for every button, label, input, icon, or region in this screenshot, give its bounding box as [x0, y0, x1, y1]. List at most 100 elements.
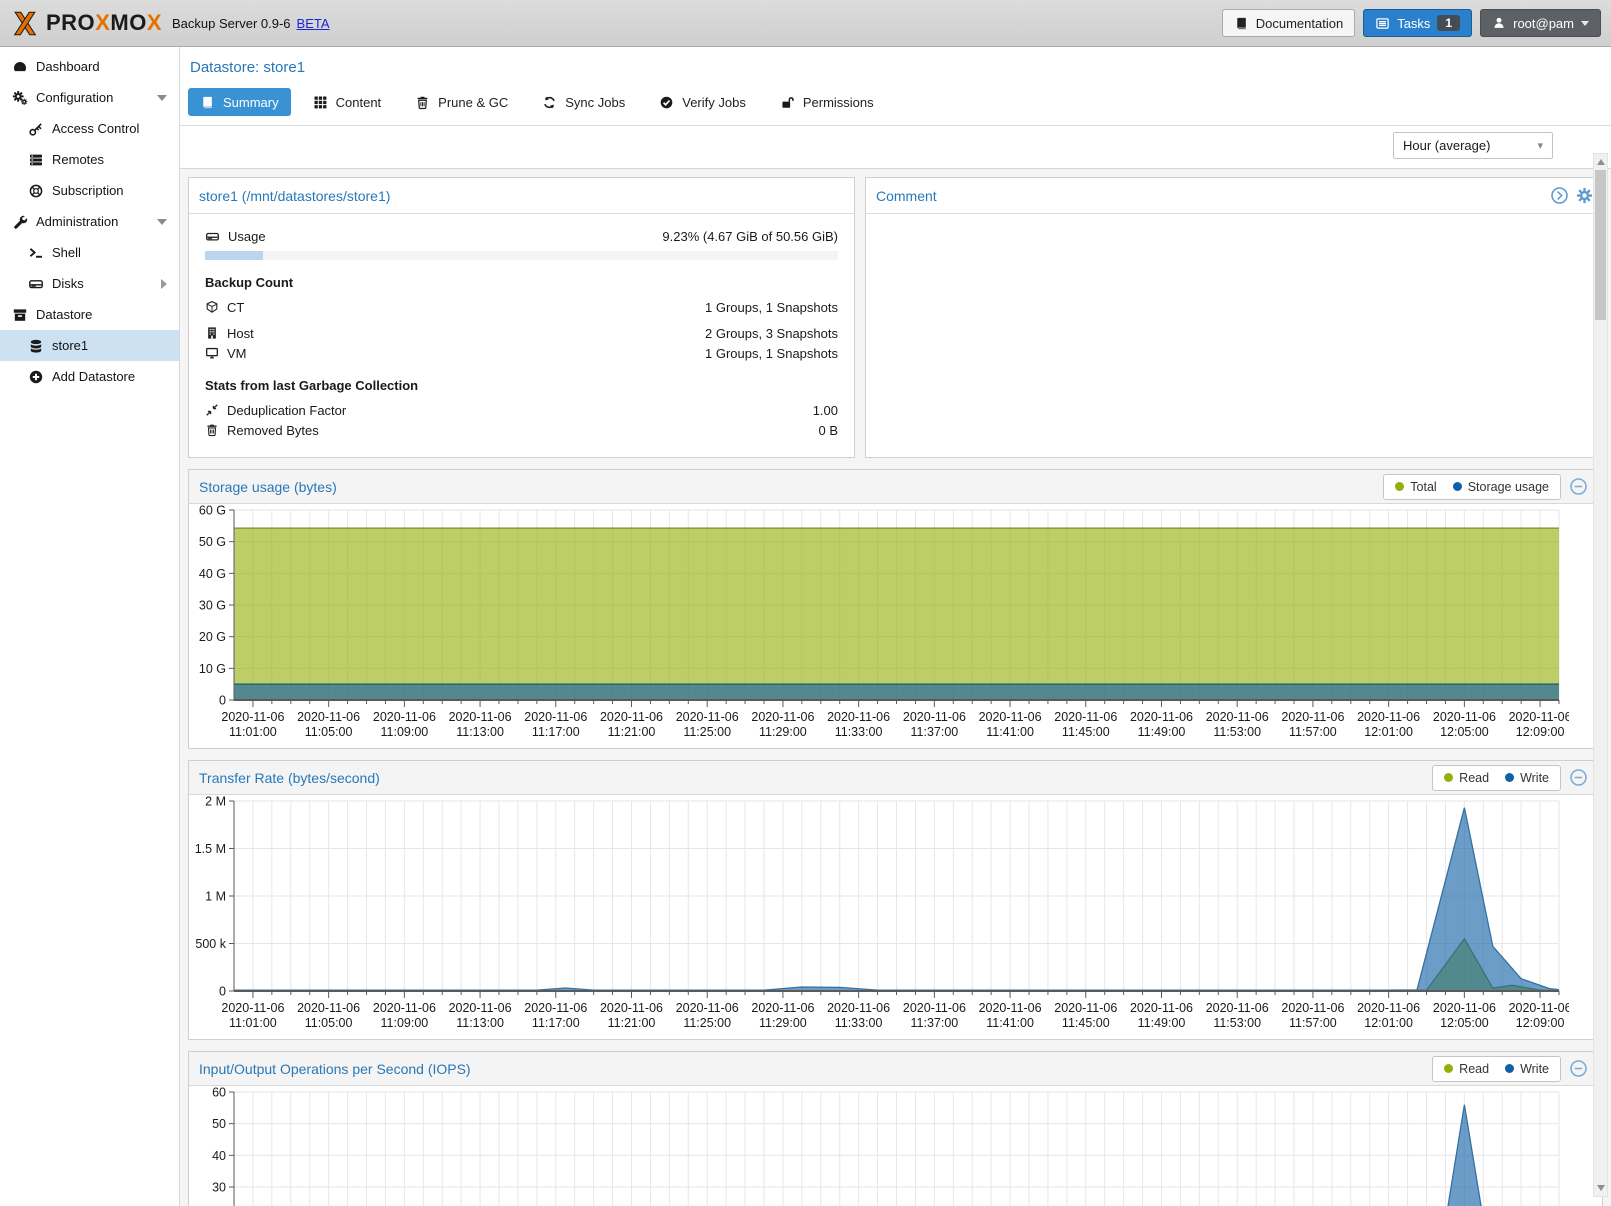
- svg-text:1.5 M: 1.5 M: [195, 842, 226, 856]
- vertical-scrollbar[interactable]: [1593, 153, 1608, 1197]
- tab-sync-jobs[interactable]: Sync Jobs: [530, 88, 637, 116]
- write-dot: [1505, 1064, 1514, 1073]
- collapse-minus-icon[interactable]: [1569, 768, 1588, 787]
- scrollbar-thumb[interactable]: [1595, 170, 1606, 320]
- sidebar-item-label: Disks: [52, 276, 84, 291]
- svg-text:40: 40: [212, 1149, 226, 1163]
- database-icon: [28, 338, 44, 354]
- sidebar-item-datastore[interactable]: Datastore: [0, 299, 179, 330]
- svg-text:2020-11-06: 2020-11-06: [524, 1001, 587, 1015]
- sidebar-item-configuration[interactable]: Configuration: [0, 82, 179, 113]
- sidebar-item-shell[interactable]: Shell: [0, 237, 179, 268]
- svg-text:11:09:00: 11:09:00: [381, 725, 429, 739]
- documentation-button[interactable]: Documentation: [1222, 9, 1355, 37]
- svg-text:2020-11-06: 2020-11-06: [221, 1001, 284, 1015]
- user-menu-button[interactable]: root@pam: [1480, 9, 1601, 37]
- svg-text:2020-11-06: 2020-11-06: [524, 710, 587, 724]
- top-bar: PROXMOX Backup Server 0.9-6 BETA Documen…: [0, 0, 1611, 47]
- svg-text:2020-11-06: 2020-11-06: [1054, 1001, 1117, 1015]
- read-dot: [1444, 1064, 1453, 1073]
- sidebar-item-access-control[interactable]: Access Control: [0, 113, 179, 144]
- collapse-minus-icon[interactable]: [1569, 477, 1588, 496]
- iops-chart: 01020304050602020-11-0611:01:002020-11-0…: [189, 1086, 1602, 1206]
- svg-text:11:21:00: 11:21:00: [608, 1016, 656, 1030]
- content-region: store1 (/mnt/datastores/store1) Usage 9.…: [180, 169, 1611, 1206]
- collapse-arrow-icon[interactable]: [157, 95, 167, 101]
- legend-item-write[interactable]: Write: [1505, 771, 1549, 785]
- legend-item-read[interactable]: Read: [1444, 1062, 1489, 1076]
- user-icon: [1492, 16, 1506, 30]
- host-row: Host 2 Groups, 3 Snapshots: [205, 323, 838, 343]
- sidebar-item-subscription[interactable]: Subscription: [0, 175, 179, 206]
- svg-text:11:29:00: 11:29:00: [759, 725, 807, 739]
- svg-text:11:49:00: 11:49:00: [1138, 1016, 1186, 1030]
- svg-text:2020-11-06: 2020-11-06: [1054, 710, 1117, 724]
- subscription-icon: [28, 183, 44, 199]
- tasks-button[interactable]: Tasks 1: [1363, 9, 1472, 37]
- svg-text:2020-11-06: 2020-11-06: [1433, 710, 1496, 724]
- svg-text:0: 0: [219, 985, 226, 999]
- gear-icon[interactable]: [1575, 186, 1594, 205]
- sidebar-item-label: Access Control: [52, 121, 139, 136]
- svg-text:11:53:00: 11:53:00: [1213, 725, 1261, 739]
- svg-text:10 G: 10 G: [199, 662, 226, 676]
- sidebar-item-label: Shell: [52, 245, 81, 260]
- svg-text:11:45:00: 11:45:00: [1062, 725, 1110, 739]
- desktop-icon: [205, 346, 219, 360]
- svg-text:11:49:00: 11:49:00: [1138, 725, 1186, 739]
- svg-text:2 M: 2 M: [205, 795, 226, 809]
- sidebar-item-dashboard[interactable]: Dashboard: [0, 51, 179, 82]
- sidebar-item-store1[interactable]: store1: [0, 330, 179, 361]
- tab-prune-gc[interactable]: Prune & GC: [403, 88, 520, 116]
- dedup-row: Deduplication Factor 1.00: [205, 400, 838, 420]
- sidebar-item-administration[interactable]: Administration: [0, 206, 179, 237]
- scroll-up-arrow-icon[interactable]: [1597, 159, 1605, 165]
- svg-text:2020-11-06: 2020-11-06: [297, 710, 360, 724]
- collapse-arrow-icon[interactable]: [157, 219, 167, 225]
- svg-text:11:45:00: 11:45:00: [1062, 1016, 1110, 1030]
- removed-bytes-row: Removed Bytes 0 B: [205, 420, 838, 440]
- total-dot: [1395, 482, 1404, 491]
- hdd-icon: [205, 229, 220, 244]
- legend-item-total[interactable]: Total: [1395, 480, 1436, 494]
- proxmox-logo: PROXMOX: [10, 10, 162, 37]
- beta-link[interactable]: BETA: [297, 16, 330, 31]
- svg-text:0: 0: [219, 694, 226, 708]
- svg-text:2020-11-06: 2020-11-06: [751, 1001, 814, 1015]
- sidebar-item-remotes[interactable]: Remotes: [0, 144, 179, 175]
- tab-permissions[interactable]: Permissions: [768, 88, 886, 116]
- svg-text:2020-11-06: 2020-11-06: [979, 1001, 1042, 1015]
- sidebar-item-disks[interactable]: Disks: [0, 268, 179, 299]
- chevron-down-icon: ▾: [1537, 139, 1543, 152]
- sidebar: DashboardConfiguration Access Control Remo…: [0, 47, 180, 1206]
- svg-text:2020-11-06: 2020-11-06: [1130, 1001, 1193, 1015]
- gears-icon: [12, 90, 28, 106]
- svg-text:30: 30: [212, 1181, 226, 1195]
- transfer-chart-title: Transfer Rate (bytes/second): [199, 770, 380, 786]
- svg-text:500 k: 500 k: [195, 937, 226, 951]
- store-panel-title: store1 (/mnt/datastores/store1): [199, 188, 390, 204]
- svg-text:20 G: 20 G: [199, 630, 226, 644]
- expand-chevron-icon[interactable]: [1550, 186, 1569, 205]
- usage-progress-fill: [205, 251, 263, 260]
- svg-text:60: 60: [212, 1086, 226, 1100]
- transfer-rate-panel: Transfer Rate (bytes/second) Read Write …: [188, 760, 1603, 1040]
- comment-body[interactable]: [866, 214, 1602, 458]
- expand-arrow-icon[interactable]: [161, 279, 167, 289]
- svg-text:12:05:00: 12:05:00: [1440, 725, 1489, 739]
- time-range-select[interactable]: Hour (average) ▾: [1393, 132, 1553, 159]
- tab-summary[interactable]: Summary: [188, 88, 291, 116]
- legend-item-write[interactable]: Write: [1505, 1062, 1549, 1076]
- legend-item-storage-usage[interactable]: Storage usage: [1453, 480, 1549, 494]
- tab-content[interactable]: Content: [301, 88, 394, 116]
- scroll-down-arrow-icon[interactable]: [1597, 1185, 1605, 1191]
- collapse-minus-icon[interactable]: [1569, 1059, 1588, 1078]
- storage-usage-chart: 010 G20 G30 G40 G50 G60 G2020-11-0611:01…: [189, 504, 1602, 748]
- svg-text:11:37:00: 11:37:00: [911, 725, 959, 739]
- sidebar-item-add-datastore[interactable]: Add Datastore: [0, 361, 179, 392]
- grid-icon: [313, 95, 328, 110]
- product-subtitle: Backup Server 0.9-6: [172, 16, 291, 31]
- svg-text:40 G: 40 G: [199, 567, 226, 581]
- legend-item-read[interactable]: Read: [1444, 771, 1489, 785]
- tab-verify-jobs[interactable]: Verify Jobs: [647, 88, 758, 116]
